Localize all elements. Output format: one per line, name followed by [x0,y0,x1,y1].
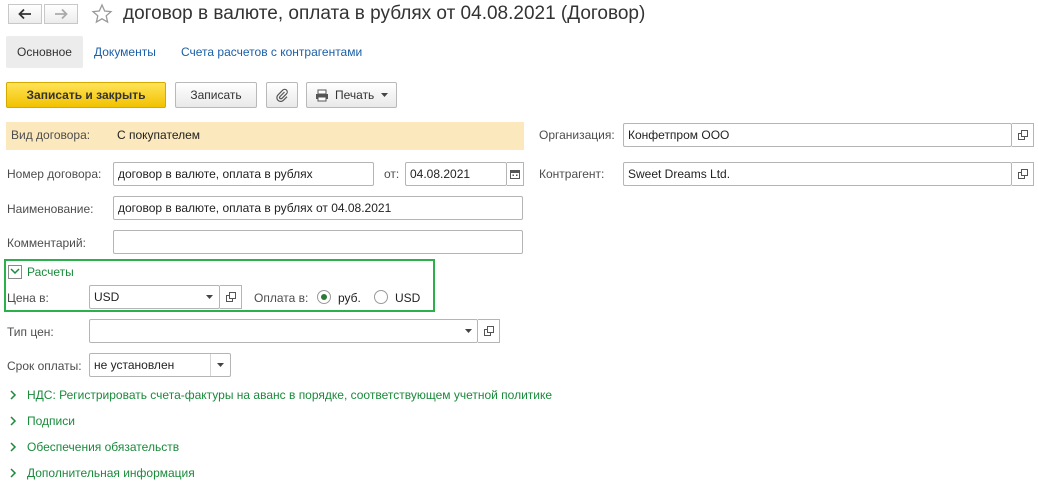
chevron-right-icon [10,442,26,452]
price-type-label: Тип цен: [7,325,54,339]
open-currency-button[interactable] [220,285,242,309]
name-field[interactable]: договор в валюте, оплата в рублях от 04.… [113,196,523,220]
settlements-title[interactable]: Расчеты [27,265,74,279]
payment-term-dropdown-button[interactable] [210,354,230,376]
section-additional-info[interactable]: Дополнительная информация [10,466,195,480]
price-currency-label: Цена в: [7,291,49,305]
arrow-right-icon [54,8,68,20]
printer-icon [315,89,329,102]
section-additional-info-label: Дополнительная информация [27,466,195,480]
print-label: Печать [335,88,375,102]
section-obligations-label: Обеспечения обязательств [27,440,180,454]
open-window-icon [1017,169,1028,179]
section-obligations[interactable]: Обеспечения обязательств [10,440,179,454]
name-label: Наименование: [7,202,94,216]
paperclip-icon [275,88,289,102]
open-organization-button[interactable] [1012,123,1034,147]
chevron-down-icon [464,329,472,333]
open-counterparty-button[interactable] [1012,162,1034,186]
calendar-button[interactable] [507,162,524,186]
attach-button[interactable] [266,82,298,108]
tab-documents[interactable]: Документы [94,45,156,59]
chevron-down-icon [10,268,20,275]
tab-main[interactable]: Основное [6,36,83,68]
save-and-close-button[interactable]: Записать и закрыть [6,82,166,108]
chevron-down-icon [205,295,213,299]
payment-usd-label: USD [395,291,421,305]
chevron-down-icon [381,93,389,97]
back-button[interactable] [8,4,42,24]
payment-rub-radio[interactable] [317,290,331,304]
date-label: от: [384,167,400,181]
calendar-icon [510,169,520,179]
date-field[interactable]: 04.08.2021 [405,162,507,186]
comment-field[interactable] [113,230,523,254]
counterparty-field[interactable]: Sweet Dreams Ltd. [623,162,1012,186]
chevron-right-icon [10,468,26,478]
comment-label: Комментарий: [7,236,86,250]
organization-field[interactable]: Конфетпром ООО [623,123,1012,147]
chevron-right-icon [10,390,26,400]
print-button[interactable]: Печать [306,82,397,108]
favorite-star-icon[interactable] [91,3,113,25]
section-signatures-label: Подписи [27,414,75,428]
section-vat-label: НДС: Регистрировать счета-фактуры на ава… [27,388,553,402]
open-price-type-button[interactable] [478,319,500,343]
contract-number-label: Номер договора: [7,167,102,181]
payment-rub-label: руб. [338,291,361,305]
price-type-dropdown-button[interactable] [458,320,478,342]
open-window-icon [1017,130,1028,140]
section-signatures[interactable]: Подписи [10,414,75,428]
open-window-icon [225,292,236,302]
chevron-down-icon [217,363,224,367]
payment-usd-radio[interactable] [374,290,388,304]
window-title: договор в валюте, оплата в рублях от 04.… [123,3,646,24]
section-vat[interactable]: НДС: Регистрировать счета-фактуры на ава… [10,388,552,402]
contract-kind-label: Вид договора: [11,128,91,142]
price-type-field[interactable] [89,319,478,343]
contract-number-field[interactable]: договор в валюте, оплата в рублях [113,162,374,186]
chevron-right-icon [10,416,26,426]
payment-currency-label: Оплата в: [254,291,309,305]
forward-button[interactable] [44,4,78,24]
open-window-icon [483,326,494,336]
counterparty-label: Контрагент: [539,167,605,181]
payment-term-label: Срок оплаты: [7,359,82,373]
arrow-left-icon [18,8,32,20]
save-button[interactable]: Записать [175,82,257,108]
price-currency-dropdown-button[interactable] [199,286,219,308]
settlements-toggle[interactable] [8,265,22,279]
organization-label: Организация: [539,128,615,142]
contract-kind-value: С покупателем [117,128,201,142]
tab-settlement-accounts[interactable]: Счета расчетов с контрагентами [181,45,362,59]
